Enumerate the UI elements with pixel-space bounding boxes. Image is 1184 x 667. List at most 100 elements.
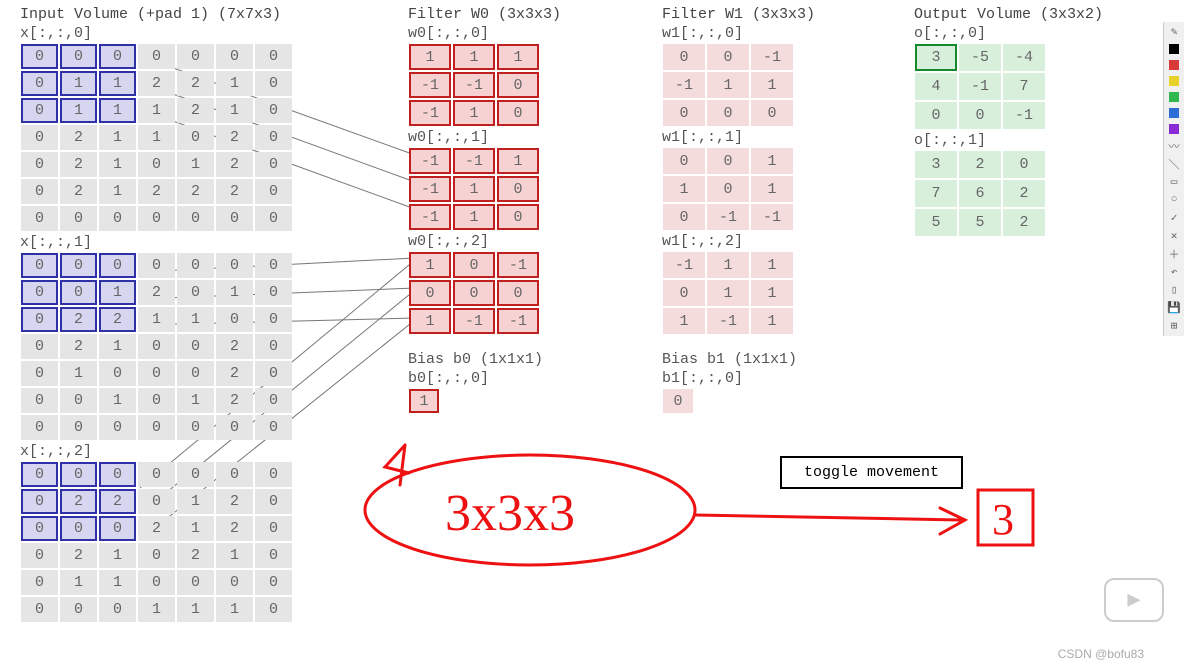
cell: 0 (21, 44, 58, 69)
play-overlay-icon[interactable]: ▶ (1104, 578, 1164, 622)
cell: 0 (99, 253, 136, 278)
color-swatch[interactable] (1169, 60, 1179, 70)
cell: 2 (138, 516, 175, 541)
out-header: Output Volume (3x3x2) (914, 6, 1174, 23)
o1-label: o[:,:,1] (914, 132, 1174, 149)
cell: 0 (99, 206, 136, 231)
o0-label: o[:,:,0] (914, 25, 1174, 42)
cell: 1 (99, 125, 136, 150)
cell: 0 (216, 307, 253, 332)
cell: 0 (255, 334, 292, 359)
undo-icon[interactable]: ↶ (1168, 266, 1180, 278)
cell: 0 (177, 361, 214, 386)
grid-w01: -1-11-110-110 (408, 147, 628, 231)
cell: 1 (409, 308, 451, 334)
input-column: Input Volume (+pad 1) (7x7x3) x[:,:,0] 0… (20, 6, 360, 625)
wave-icon[interactable]: 〰 (1168, 140, 1180, 152)
cell: 1 (177, 597, 214, 622)
cell: 0 (60, 253, 97, 278)
cell: 0 (255, 597, 292, 622)
cell: 0 (255, 570, 292, 595)
x1-label: x[:,:,1] (20, 234, 360, 251)
cell: 0 (177, 44, 214, 69)
cell: 0 (60, 462, 97, 487)
cell: 2 (60, 179, 97, 204)
cell: 1 (409, 44, 451, 70)
cell: 0 (99, 516, 136, 541)
color-swatch[interactable] (1169, 124, 1179, 134)
line-icon[interactable]: ＼ (1168, 158, 1180, 170)
cell: 1 (99, 543, 136, 568)
cell: 0 (255, 253, 292, 278)
cell: -1 (453, 72, 495, 98)
cell: 0 (663, 204, 705, 230)
cell: 1 (99, 334, 136, 359)
cell: -1 (409, 148, 451, 174)
cell: 2 (1003, 180, 1045, 207)
cell: 1 (99, 98, 136, 123)
cell: 7 (915, 180, 957, 207)
w1-column: Filter W1 (3x3x3) w1[:,:,0] 00-1-111000 … (662, 6, 882, 416)
cell: 2 (1003, 209, 1045, 236)
cursor-icon[interactable]: ✎ (1168, 26, 1180, 38)
cell: 0 (21, 543, 58, 568)
cell: 0 (497, 176, 539, 202)
grid-icon[interactable]: ⊞ (1168, 320, 1180, 332)
cell: -1 (751, 44, 793, 70)
cell: 0 (21, 361, 58, 386)
cell: 3 (915, 44, 957, 71)
cell: 0 (216, 206, 253, 231)
cell: 1 (60, 71, 97, 96)
cell: -5 (959, 44, 1001, 71)
color-swatch[interactable] (1169, 108, 1179, 118)
cell: 2 (99, 307, 136, 332)
cell: -1 (707, 308, 749, 334)
b0-header: Bias b0 (1x1x1) (408, 351, 628, 368)
cell: 1 (707, 252, 749, 278)
cell: 0 (497, 100, 539, 126)
cell: 1 (497, 148, 539, 174)
side-toolbar: ✎ 〰 ＼ ▭ ○ ✓ ✕ ＋ ↶ ▯ 💾 ⊞ (1163, 22, 1184, 336)
cell: 0 (21, 206, 58, 231)
cell: 2 (177, 543, 214, 568)
circle-icon[interactable]: ○ (1168, 194, 1180, 206)
cell: 1 (177, 307, 214, 332)
toggle-movement-button[interactable]: toggle movement (780, 456, 963, 489)
color-swatch[interactable] (1169, 76, 1179, 86)
color-swatch[interactable] (1169, 44, 1179, 54)
cell: 6 (959, 180, 1001, 207)
cell: 1 (751, 252, 793, 278)
plus-icon[interactable]: ＋ (1168, 248, 1180, 260)
cell: 2 (60, 334, 97, 359)
cell: 2 (216, 179, 253, 204)
cross-icon[interactable]: ✕ (1168, 230, 1180, 242)
cell: 0 (497, 204, 539, 230)
cell: 0 (21, 388, 58, 413)
annotation-result: 3 (992, 495, 1014, 544)
grid-o0: 3-5-44-1700-1 (914, 43, 1174, 130)
x2-label: x[:,:,2] (20, 443, 360, 460)
cell: 1 (216, 71, 253, 96)
cell: -1 (497, 252, 539, 278)
cell: 1 (177, 152, 214, 177)
b1-header: Bias b1 (1x1x1) (662, 351, 882, 368)
grid-o1: 320762552 (914, 150, 1174, 237)
check-icon[interactable]: ✓ (1168, 212, 1180, 224)
cell: 0 (409, 280, 451, 306)
cell: 0 (138, 570, 175, 595)
cell: 0 (21, 334, 58, 359)
color-swatch[interactable] (1169, 92, 1179, 102)
cell: 0 (138, 489, 175, 514)
cell: -1 (453, 308, 495, 334)
rect-icon[interactable]: ▭ (1168, 176, 1180, 188)
cell: 0 (21, 98, 58, 123)
save-icon[interactable]: 💾 (1168, 302, 1180, 314)
b1-label: b1[:,:,0] (662, 370, 882, 387)
cell: 2 (216, 388, 253, 413)
cell: 0 (216, 462, 253, 487)
page-icon[interactable]: ▯ (1168, 284, 1180, 296)
cell: 4 (915, 73, 957, 100)
cell: 0 (497, 280, 539, 306)
cell: 1 (751, 308, 793, 334)
cell: 0 (255, 179, 292, 204)
